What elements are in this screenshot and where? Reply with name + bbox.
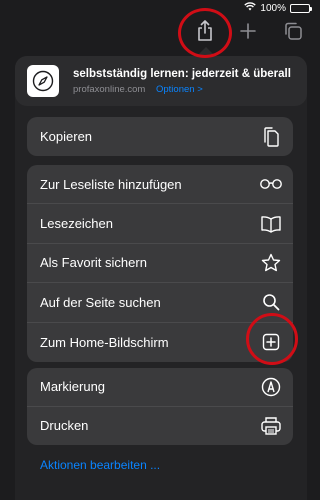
action-markup[interactable]: Markierung: [27, 368, 293, 407]
add-square-icon: [259, 330, 283, 354]
reading-list-icon: [259, 172, 283, 196]
battery-percentage: 100%: [260, 2, 286, 14]
star-icon: [259, 251, 283, 275]
action-label: Drucken: [40, 418, 89, 434]
action-add-reading-list[interactable]: Zur Leseliste hinzufügen: [27, 165, 293, 205]
wifi-icon: [244, 2, 257, 14]
action-label: Kopieren: [40, 129, 93, 144]
action-find-on-page[interactable]: Auf der Seite suchen: [27, 283, 293, 323]
new-tab-button[interactable]: [234, 18, 262, 48]
safari-compass-icon: [27, 65, 59, 97]
action-bookmark[interactable]: Lesezeichen: [27, 204, 293, 244]
edit-actions-link[interactable]: Aktionen bearbeiten ...: [40, 458, 160, 472]
popover-arrow: [197, 47, 215, 56]
share-button[interactable]: [191, 18, 219, 48]
page-title: selbstständig lernen: jederzeit & überal…: [73, 67, 291, 80]
bookmark-book-icon: [259, 212, 283, 236]
action-label: Zum Home-Bildschirm: [40, 334, 169, 350]
action-label: Als Favorit sichern: [40, 255, 147, 271]
tabs-overview-icon: [283, 21, 303, 46]
action-add-to-home-screen[interactable]: Zum Home-Bildschirm: [27, 323, 293, 362]
tabs-overview-button[interactable]: [279, 18, 307, 48]
action-label: Markierung: [40, 379, 106, 395]
action-copy[interactable]: Kopieren: [27, 117, 293, 156]
action-label: Zur Leseliste hinzufügen: [40, 176, 182, 192]
action-label: Auf der Seite suchen: [40, 294, 161, 310]
action-group-main: Zur Leseliste hinzufügen Lesezeichen Als…: [27, 165, 293, 362]
action-print[interactable]: Drucken: [27, 407, 293, 446]
browser-toolbar: [0, 18, 320, 50]
page-domain: profaxonline.com: [73, 83, 146, 95]
share-icon: [196, 19, 214, 47]
action-add-favorite[interactable]: Als Favorit sichern: [27, 244, 293, 284]
action-group-copy: Kopieren: [27, 117, 293, 156]
share-sheet-header: selbstständig lernen: jederzeit & überal…: [15, 56, 307, 106]
markup-icon: [259, 375, 283, 399]
printer-icon: [259, 414, 283, 438]
action-group-extra: Markierung Drucken: [27, 368, 293, 445]
status-bar: 100%: [0, 0, 320, 16]
battery-icon: [290, 3, 312, 13]
search-icon: [259, 290, 283, 314]
copy-icon: [259, 125, 283, 149]
action-label: Lesezeichen: [40, 216, 113, 232]
plus-icon: [240, 22, 256, 44]
options-link[interactable]: Optionen >: [156, 84, 203, 95]
